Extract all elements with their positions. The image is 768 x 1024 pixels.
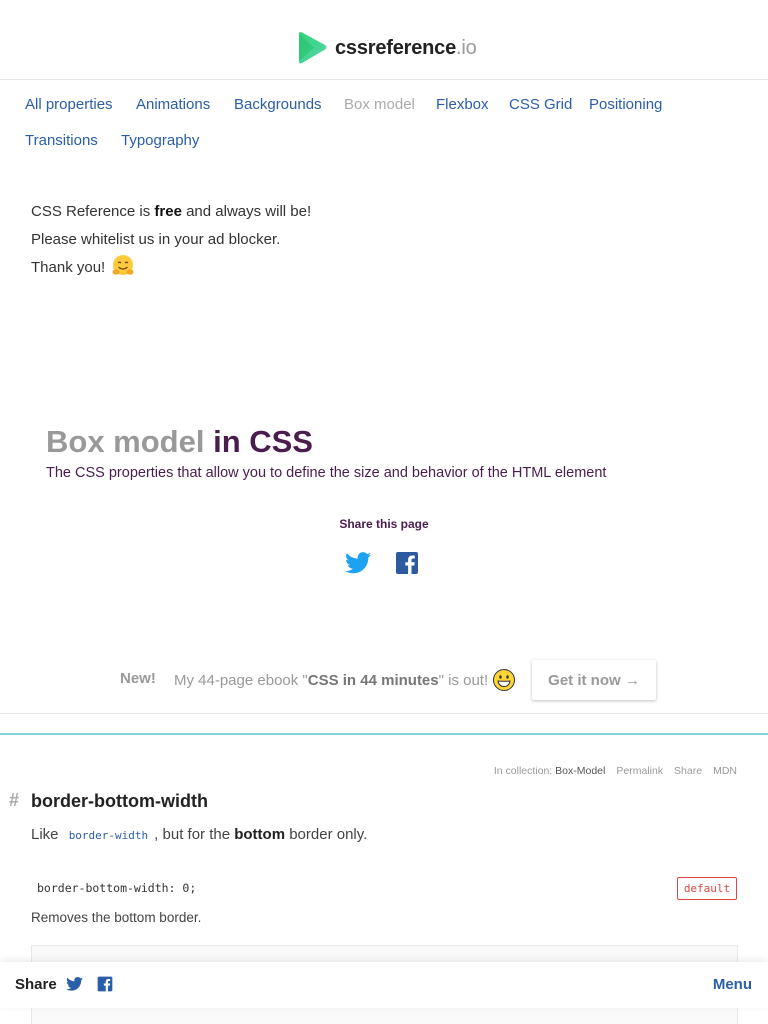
promo-new-label: New!	[120, 670, 156, 687]
property-description: Like border-width, but for the bottom bo…	[31, 826, 368, 843]
property-meta-links: In collection: Box-Model Permalink Share…	[494, 765, 737, 777]
mdn-link[interactable]: MDN	[713, 765, 737, 777]
example-code: border-bottom-width: 0;	[37, 881, 197, 895]
hugging-face-emoji-icon	[112, 255, 134, 275]
collection-info: In collection: Box-Model	[493, 765, 606, 777]
permalink-link[interactable]: Permalink	[616, 765, 663, 777]
nav-css-grid[interactable]: CSS Grid	[509, 96, 572, 113]
nav-flexbox[interactable]: Flexbox	[436, 96, 489, 113]
promo-message: My 44-page ebook "CSS in 44 minutes" is …	[174, 668, 516, 692]
section-divider	[0, 733, 768, 735]
grinning-face-emoji-icon	[493, 669, 516, 691]
site-header: cssreference.io	[0, 0, 768, 80]
bottom-share-bar: Share Menu	[0, 962, 768, 1008]
adnote-line-1: CSS Reference is free and always will be…	[31, 203, 312, 220]
site-logo[interactable]: cssreference.io	[295, 30, 477, 66]
nav-typography[interactable]: Typography	[121, 132, 199, 149]
nav-box-model[interactable]: Box model	[344, 96, 415, 113]
property-name: border-bottom-width	[31, 791, 208, 811]
get-ebook-button[interactable]: Get it now →	[532, 660, 656, 700]
ebook-promo-banner: New! My 44-page ebook "CSS in 44 minutes…	[0, 660, 768, 714]
share-page-icons	[345, 551, 419, 580]
page-subtitle: The CSS properties that allow you to def…	[46, 465, 607, 481]
share-link[interactable]: Share	[674, 765, 702, 777]
border-width-code-link[interactable]: border-width	[63, 829, 154, 842]
nav-positioning[interactable]: Positioning	[589, 96, 662, 113]
twitter-icon[interactable]	[345, 551, 371, 580]
nav-animations[interactable]: Animations	[136, 96, 210, 113]
default-badge: default	[677, 877, 737, 900]
adnote-line-2: Please whitelist us in your ad blocker.	[31, 231, 281, 248]
example-description: Removes the bottom border.	[31, 910, 202, 925]
menu-button[interactable]: Menu	[713, 976, 752, 993]
nav-transitions[interactable]: Transitions	[25, 132, 98, 149]
bottom-share-label: Share	[15, 976, 57, 993]
property-anchor-link[interactable]: #	[9, 790, 19, 811]
facebook-icon[interactable]	[97, 976, 113, 997]
logo-play-icon	[299, 32, 327, 64]
page-title: Box model in CSS	[46, 424, 313, 459]
logo-wordmark: cssreference.io	[335, 36, 477, 59]
nav-all-properties[interactable]: All properties	[25, 96, 113, 113]
twitter-icon[interactable]	[66, 977, 83, 996]
facebook-icon[interactable]	[395, 551, 419, 580]
nav-backgrounds[interactable]: Backgrounds	[234, 96, 322, 113]
share-page-label: Share this page	[339, 517, 429, 531]
adnote-line-3: Thank you!	[31, 254, 311, 282]
adblock-note: CSS Reference is free and always will be…	[31, 198, 311, 282]
